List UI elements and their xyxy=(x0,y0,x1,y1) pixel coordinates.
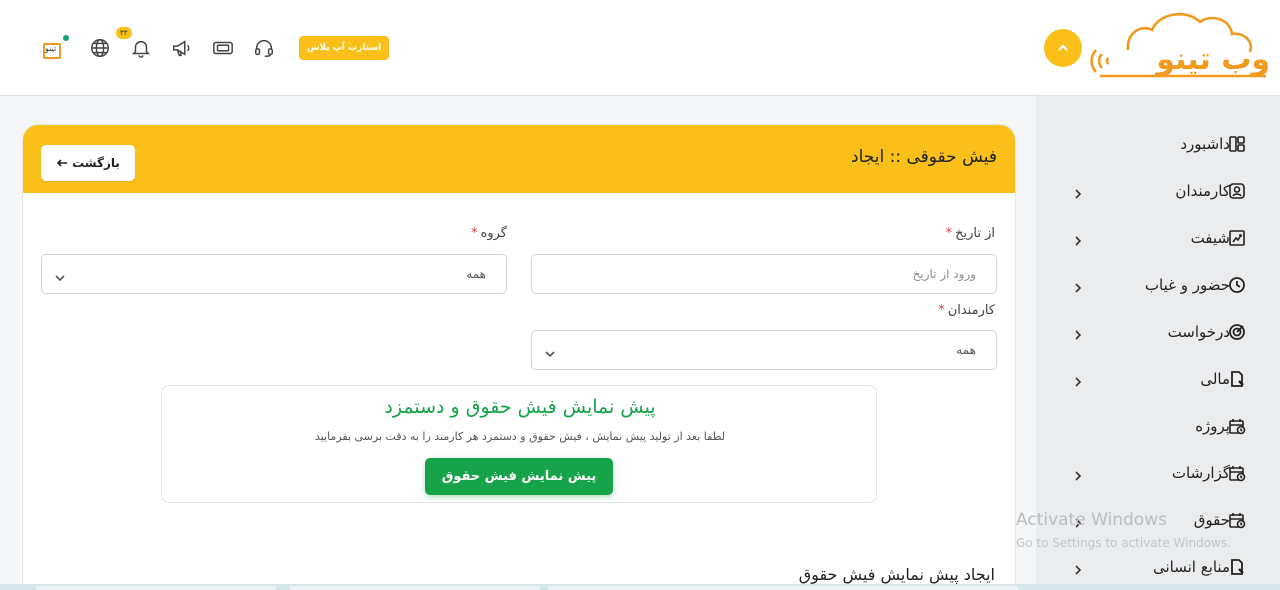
notification-badge: ۳۳ xyxy=(116,27,132,39)
sidebar-item-attendance[interactable]: حضور و غیاب xyxy=(1036,261,1280,308)
card-header: فیش حقوقی :: ایجاد بازگشت xyxy=(23,125,1015,193)
document-icon xyxy=(1228,558,1246,576)
employees-label: کارمندان* xyxy=(938,303,995,318)
sidebar-item-label: حقوق xyxy=(1193,510,1230,529)
ticket-icon[interactable] xyxy=(211,36,235,60)
brand-logo-text: وب تینو xyxy=(1156,42,1270,77)
chevron-right-icon xyxy=(1072,185,1084,199)
header-icons: تینو ۳۳ استارت آپ پلاس xyxy=(40,27,390,66)
bell-icon[interactable]: ۳۳ xyxy=(116,27,153,60)
from-date-label: از تاریخ* xyxy=(946,226,995,241)
target-icon xyxy=(1228,323,1246,341)
sidebar-item-shift[interactable]: شیفت xyxy=(1036,214,1280,261)
page-title: فیش حقوقی :: ایجاد xyxy=(851,147,997,167)
sidebar-item-finance[interactable]: مالی xyxy=(1036,355,1280,402)
sidebar-item-label: داشبورد xyxy=(1180,134,1230,153)
preview-description: لطفا بعد از تولید پیش نمایش ، فیش حقوق و… xyxy=(314,430,726,443)
sidebar-item-label: پروژه xyxy=(1195,416,1230,435)
employees-select[interactable]: همه xyxy=(531,330,997,370)
top-header: تینو ۳۳ استارت آپ پلاس xyxy=(0,0,1036,96)
calendar-icon xyxy=(1228,511,1246,529)
required-mark: * xyxy=(471,226,478,241)
required-mark: * xyxy=(945,226,953,241)
clock-icon xyxy=(1228,276,1246,294)
sidebar-item-label: منابع انسانی xyxy=(1152,557,1230,576)
upgrade-plan-button[interactable]: استارت آپ پلاس xyxy=(299,36,390,60)
payslip-card: فیش حقوقی :: ایجاد بازگشت از تاریخ* گروه… xyxy=(22,124,1016,590)
arrow-left-icon xyxy=(56,159,68,167)
sidebar-item-request[interactable]: درخواست xyxy=(1036,308,1280,355)
group-label-text: گروه xyxy=(480,226,507,241)
chevron-right-icon xyxy=(1072,279,1084,293)
chevron-up-icon xyxy=(1058,44,1068,51)
sidebar-item-human-resources[interactable]: منابع انسانی xyxy=(1036,543,1280,590)
chevron-right-icon xyxy=(1072,467,1084,481)
dashboard-icon xyxy=(1228,135,1246,153)
document-icon xyxy=(1228,370,1246,388)
mini-logo-icon[interactable]: تینو xyxy=(40,35,69,61)
preview-panel: پیش نمایش فیش حقوق و دستمزد لطفا بعد از … xyxy=(161,385,877,503)
globe-icon[interactable] xyxy=(88,36,112,60)
back-button-label: بازگشت xyxy=(72,156,120,170)
generate-preview-button[interactable]: پیش نمایش فیش حقوق xyxy=(425,458,613,495)
chevron-right-icon xyxy=(1072,561,1084,575)
sidebar-item-label: مالی xyxy=(1200,369,1230,388)
taskbar-item[interactable] xyxy=(290,586,540,590)
sidebar: وب تینو داشبورد کارمندان شیفت حضور و غیا… xyxy=(1036,0,1280,590)
sidebar-item-employees[interactable]: کارمندان xyxy=(1036,167,1280,214)
chevron-down-icon xyxy=(54,269,66,282)
taskbar-item[interactable] xyxy=(548,586,1018,590)
group-select-value: همه xyxy=(466,267,486,281)
sidebar-item-label: کارمندان xyxy=(1175,181,1230,200)
chevron-right-icon xyxy=(1072,326,1084,340)
headset-icon[interactable] xyxy=(252,36,276,60)
sidebar-item-label: درخواست xyxy=(1167,322,1230,341)
shift-icon xyxy=(1228,229,1246,247)
sidebar-item-project[interactable]: پروژه xyxy=(1036,402,1280,449)
brand-logo[interactable]: وب تینو xyxy=(1088,10,1270,84)
calendar-icon xyxy=(1228,417,1246,435)
sidebar-collapse-button[interactable] xyxy=(1044,29,1082,67)
taskbar-item[interactable] xyxy=(36,586,276,590)
from-date-label-text: از تاریخ xyxy=(955,226,995,241)
from-date-input[interactable] xyxy=(532,255,996,293)
sidebar-item-label: شیفت xyxy=(1190,228,1230,247)
employees-label-text: کارمندان xyxy=(947,303,995,318)
user-icon xyxy=(1228,182,1246,200)
chevron-down-icon xyxy=(544,345,556,358)
group-select[interactable]: همه xyxy=(41,254,507,294)
megaphone-icon[interactable] xyxy=(170,36,194,60)
sidebar-item-label: گزارشات xyxy=(1171,463,1230,482)
chevron-right-icon xyxy=(1072,373,1084,387)
sidebar-item-dashboard[interactable]: داشبورد xyxy=(1036,120,1280,167)
employees-select-value: همه xyxy=(956,343,976,357)
sidebar-item-label: حضور و غیاب xyxy=(1144,275,1230,294)
windows-watermark-subtitle: Go to Settings to activate Windows. xyxy=(1016,536,1231,550)
windows-watermark-title: Activate Windows xyxy=(1016,510,1167,530)
section-title: ایجاد پیش نمایش فیش حقوق xyxy=(798,565,995,584)
sidebar-header: وب تینو xyxy=(1036,0,1280,96)
calendar-icon xyxy=(1228,464,1246,482)
mini-logo-dot xyxy=(63,35,69,41)
from-date-field xyxy=(531,254,997,294)
chevron-right-icon xyxy=(1072,232,1084,246)
required-mark: * xyxy=(938,303,945,318)
back-button[interactable]: بازگشت xyxy=(41,145,135,181)
mini-logo-text: تینو xyxy=(45,44,57,53)
group-label: گروه* xyxy=(471,226,507,241)
preview-title: پیش نمایش فیش حقوق و دستمزد xyxy=(384,396,656,418)
sidebar-item-reports[interactable]: گزارشات xyxy=(1036,449,1280,496)
